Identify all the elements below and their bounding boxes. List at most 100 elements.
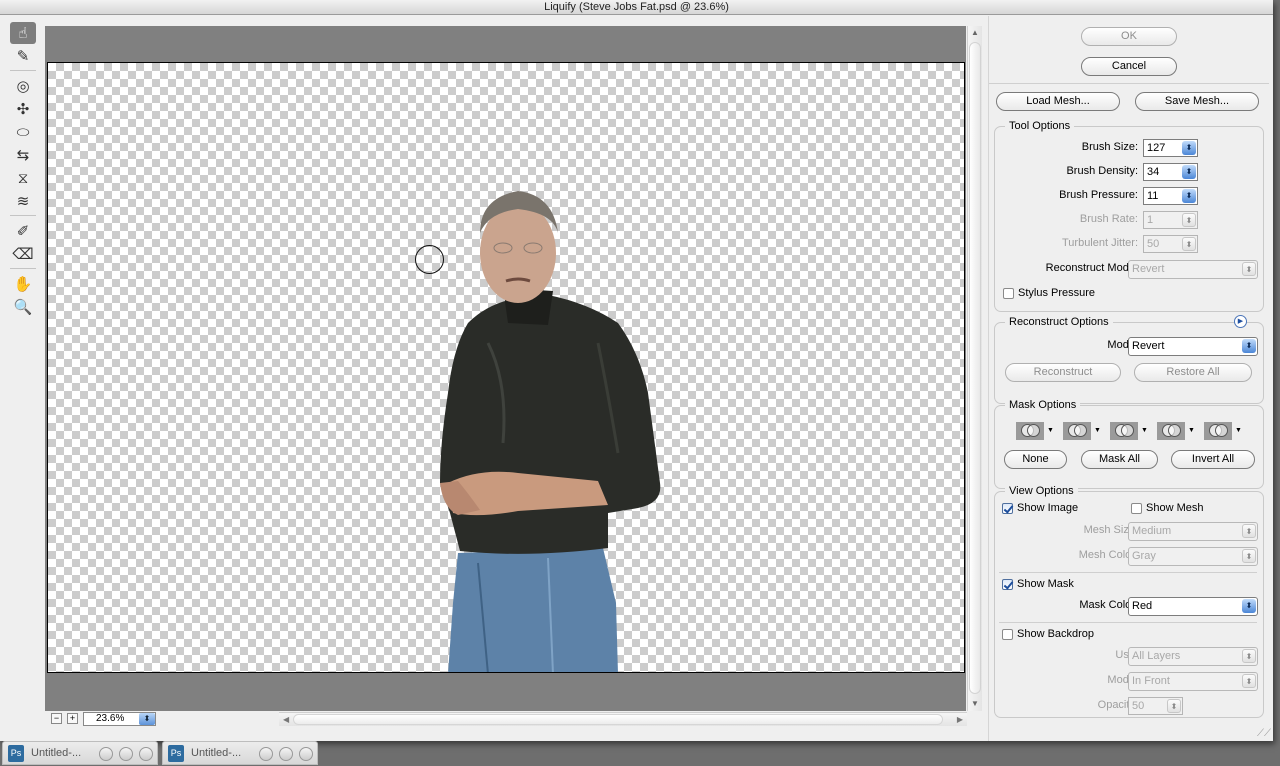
- brush-pressure-label: Brush Pressure:: [1059, 189, 1138, 201]
- zoom-window-button[interactable]: [299, 747, 313, 761]
- minimized-document[interactable]: Ps Untitled-...: [162, 741, 318, 765]
- vertical-scrollbar[interactable]: ▲ ▼: [967, 26, 982, 711]
- mesh-color-dropdown-icon[interactable]: ⬍: [1242, 549, 1256, 563]
- scroll-up-arrow-icon[interactable]: ▲: [968, 26, 982, 40]
- turbulent-jitter-input[interactable]: 50 ⬍: [1143, 235, 1198, 253]
- person-image: [440, 191, 661, 672]
- show-mask-checkbox[interactable]: [1002, 579, 1013, 590]
- turbulent-jitter-stepper-icon[interactable]: ⬍: [1182, 237, 1196, 251]
- preview-area[interactable]: [45, 26, 966, 711]
- mask-none-button[interactable]: None: [1004, 450, 1067, 469]
- turbulent-jitter-label: Turbulent Jitter:: [1061, 237, 1138, 249]
- view-options-group: View Options Show Image Show Mesh Mesh S…: [994, 484, 1264, 718]
- push-left-tool-icon[interactable]: ⇆: [10, 144, 36, 166]
- backdrop-use-select[interactable]: All Layers ⬍: [1128, 647, 1258, 666]
- brush-density-stepper-icon[interactable]: ⬍: [1182, 165, 1196, 179]
- subtract-from-selection-mask-button[interactable]: [1110, 422, 1138, 440]
- mesh-color-select[interactable]: Gray ⬍: [1128, 547, 1258, 566]
- brush-pressure-stepper-icon[interactable]: ⬍: [1182, 189, 1196, 203]
- save-mesh-button[interactable]: Save Mesh...: [1135, 92, 1259, 111]
- backdrop-opacity-input[interactable]: 50 ⬍: [1128, 697, 1183, 715]
- stylus-pressure-checkbox[interactable]: [1003, 288, 1014, 299]
- invert-selection-mask-button[interactable]: [1204, 422, 1232, 440]
- scroll-right-arrow-icon[interactable]: ▶: [957, 713, 963, 726]
- backdrop-use-dropdown-icon[interactable]: ⬍: [1242, 649, 1256, 663]
- chevron-down-icon[interactable]: ▼: [1235, 427, 1242, 434]
- mode-dropdown-icon[interactable]: ⬍: [1242, 339, 1256, 353]
- zoom-tool-icon[interactable]: 🔍: [10, 296, 36, 318]
- document-title: Untitled-...: [191, 747, 242, 759]
- freeze-mask-tool-icon[interactable]: ✐: [10, 220, 36, 242]
- brush-size-stepper-icon[interactable]: ⬍: [1182, 141, 1196, 155]
- mirror-tool-icon[interactable]: ⧖: [10, 167, 36, 189]
- brush-size-input[interactable]: 127 ⬍: [1143, 139, 1198, 157]
- resize-grip-icon[interactable]: ⟋⟋: [1257, 728, 1271, 739]
- zoom-level-value: 23.6%: [96, 713, 125, 724]
- reconstruct-mode-dropdown-icon[interactable]: ⬍: [1242, 262, 1256, 276]
- add-to-selection-mask-button[interactable]: [1063, 422, 1091, 440]
- reconstruct-mode-value: Revert: [1132, 263, 1165, 275]
- close-window-button[interactable]: [99, 747, 113, 761]
- zoom-in-button[interactable]: +: [67, 713, 78, 724]
- reconstruct-options-title: Reconstruct Options: [1005, 315, 1113, 329]
- reconstruct-options-mode-select[interactable]: Revert ⬍: [1128, 337, 1258, 356]
- photoshop-document-icon: Ps: [8, 745, 24, 762]
- show-mesh-checkbox[interactable]: [1131, 503, 1142, 514]
- brush-pressure-input[interactable]: 11 ⬍: [1143, 187, 1198, 205]
- vertical-scroll-thumb[interactable]: [969, 42, 981, 694]
- scroll-down-arrow-icon[interactable]: ▼: [968, 697, 982, 711]
- zoom-stepper-icon[interactable]: ⬍: [139, 713, 155, 725]
- image-canvas[interactable]: [47, 62, 965, 673]
- backdrop-opacity-value: 50: [1132, 700, 1145, 712]
- ok-button[interactable]: OK: [1081, 27, 1177, 46]
- backdrop-opacity-stepper-icon[interactable]: ⬍: [1167, 699, 1181, 713]
- zoom-out-button[interactable]: −: [51, 713, 62, 724]
- horizontal-scroll-thumb[interactable]: [293, 714, 943, 725]
- restore-all-button[interactable]: Restore All: [1134, 363, 1252, 382]
- chevron-down-icon[interactable]: ▼: [1094, 427, 1101, 434]
- mesh-size-dropdown-icon[interactable]: ⬍: [1242, 524, 1256, 538]
- mask-color-select[interactable]: Red ⬍: [1128, 597, 1258, 616]
- horizontal-scrollbar[interactable]: ◀ ▶: [279, 712, 967, 726]
- reconstruct-button[interactable]: Reconstruct: [1005, 363, 1121, 382]
- brush-density-input[interactable]: 34 ⬍: [1143, 163, 1198, 181]
- turbulence-tool-icon[interactable]: ≋: [10, 190, 36, 212]
- brush-rate-label: Brush Rate:: [1079, 213, 1138, 225]
- zoom-level-field[interactable]: 23.6% ⬍: [83, 712, 156, 726]
- minimized-document[interactable]: Ps Untitled-...: [2, 741, 158, 765]
- minimize-window-button[interactable]: [279, 747, 293, 761]
- turbulent-jitter-value: 50: [1147, 238, 1160, 250]
- shirt-shape: [440, 295, 661, 554]
- backdrop-mode-select[interactable]: In Front ⬍: [1128, 672, 1258, 691]
- show-image-checkbox[interactable]: [1002, 503, 1013, 514]
- invert-all-button[interactable]: Invert All: [1171, 450, 1255, 469]
- document-title: Untitled-...: [31, 747, 82, 759]
- show-backdrop-checkbox[interactable]: [1002, 629, 1013, 640]
- close-window-button[interactable]: [259, 747, 273, 761]
- backdrop-mode-dropdown-icon[interactable]: ⬍: [1242, 674, 1256, 688]
- thaw-mask-tool-icon[interactable]: ⌫: [10, 243, 36, 265]
- reconstruct-tool-icon[interactable]: ✎: [10, 45, 36, 67]
- scroll-left-arrow-icon[interactable]: ◀: [283, 713, 289, 726]
- reconstruct-options-menu-icon[interactable]: ▶: [1234, 315, 1247, 328]
- hand-tool-icon[interactable]: ✋: [10, 273, 36, 295]
- forward-warp-tool-icon[interactable]: ☝: [10, 22, 36, 44]
- brush-rate-stepper-icon[interactable]: ⬍: [1182, 213, 1196, 227]
- reconstruct-mode-select[interactable]: Revert ⬍: [1128, 260, 1258, 279]
- mask-all-button[interactable]: Mask All: [1081, 450, 1158, 469]
- chevron-down-icon[interactable]: ▼: [1047, 427, 1054, 434]
- twirl-clockwise-tool-icon[interactable]: ◎: [10, 75, 36, 97]
- chevron-down-icon[interactable]: ▼: [1188, 427, 1195, 434]
- pucker-tool-icon[interactable]: ✣: [10, 98, 36, 120]
- cancel-button[interactable]: Cancel: [1081, 57, 1177, 76]
- mesh-size-select[interactable]: Medium ⬍: [1128, 522, 1258, 541]
- mask-color-dropdown-icon[interactable]: ⬍: [1242, 599, 1256, 613]
- intersect-with-selection-mask-button[interactable]: [1157, 422, 1185, 440]
- minimize-window-button[interactable]: [119, 747, 133, 761]
- zoom-window-button[interactable]: [139, 747, 153, 761]
- replace-selection-mask-button[interactable]: [1016, 422, 1044, 440]
- brush-rate-input[interactable]: 1 ⬍: [1143, 211, 1198, 229]
- chevron-down-icon[interactable]: ▼: [1141, 427, 1148, 434]
- load-mesh-button[interactable]: Load Mesh...: [996, 92, 1120, 111]
- bloat-tool-icon[interactable]: ⬭: [10, 121, 36, 143]
